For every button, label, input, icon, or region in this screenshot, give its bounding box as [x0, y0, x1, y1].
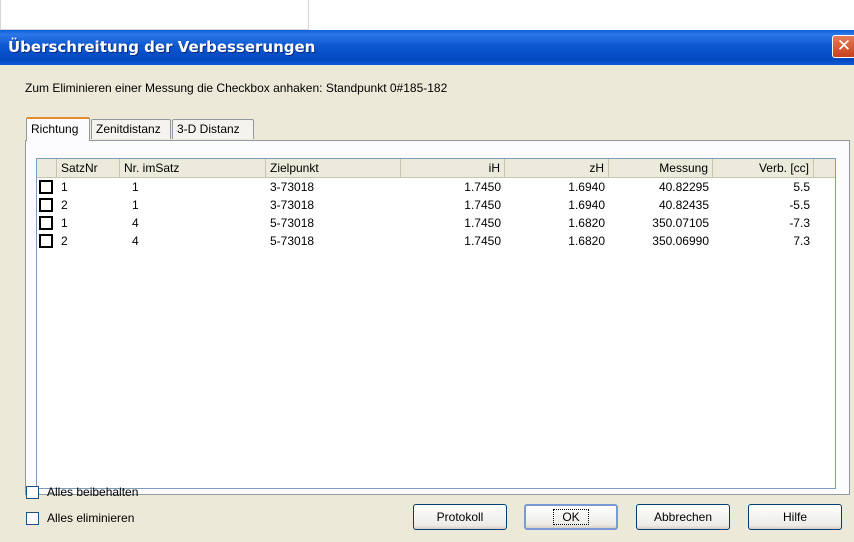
table-row[interactable]: 1 4 5-73018 1.7450 1.6820 350.07105 -7.3: [37, 214, 835, 232]
cell-zh: 1.6940: [568, 198, 605, 212]
cell-zielpunkt: 3-73018: [270, 198, 315, 212]
eliminate-all-label: Alles eliminieren: [47, 511, 135, 525]
cell-verb: 7.3: [793, 234, 810, 248]
cell-nr-imsatz: 1: [132, 198, 139, 212]
cell-zh: 1.6820: [568, 234, 605, 248]
cell-zielpunkt: 5-73018: [270, 234, 315, 248]
cell-verb: -7.3: [789, 216, 810, 230]
cell-ih: 1.7450: [464, 234, 501, 248]
title-bar[interactable]: Überschreitung der Verbesserungen ✕: [0, 30, 854, 65]
keep-all-label: Alles beibehalten: [47, 485, 139, 499]
table-row[interactable]: 2 4 5-73018 1.7450 1.6820 350.06990 7.3: [37, 232, 835, 250]
tab-zenitdistanz[interactable]: Zenitdistanz: [91, 119, 171, 139]
cell-messung: 40.82295: [658, 180, 709, 194]
cell-verb: 5.5: [793, 180, 810, 194]
cell-verb: -5.5: [789, 198, 810, 212]
cell-nr-imsatz: 4: [132, 234, 139, 248]
measurement-table[interactable]: SatzNr Nr. imSatz Zielpunkt iH zH Messun…: [36, 158, 836, 489]
column-header-messung[interactable]: Messung: [609, 159, 713, 177]
cell-messung: 350.06990: [652, 234, 709, 248]
ok-button-label: OK: [553, 509, 589, 525]
cell-zielpunkt: 5-73018: [270, 216, 315, 230]
eliminate-all-checkbox[interactable]: [26, 512, 39, 525]
row-checkbox[interactable]: [39, 198, 53, 212]
row-checkbox[interactable]: [39, 180, 53, 194]
row-checkbox[interactable]: [39, 216, 53, 230]
cell-ih: 1.7450: [464, 198, 501, 212]
table-row[interactable]: 1 1 3-73018 1.7450 1.6940 40.82295 5.5: [37, 178, 835, 196]
cell-zh: 1.6820: [568, 216, 605, 230]
column-header-nr-imsatz[interactable]: Nr. imSatz: [120, 159, 266, 177]
abbrechen-button[interactable]: Abbrechen: [636, 504, 730, 530]
column-header-ih[interactable]: iH: [401, 159, 505, 177]
cell-satznr: 2: [61, 234, 68, 248]
cell-messung: 40.82435: [658, 198, 709, 212]
table-header: SatzNr Nr. imSatz Zielpunkt iH zH Messun…: [37, 159, 835, 178]
close-icon[interactable]: ✕: [832, 35, 854, 58]
window-title: Überschreitung der Verbesserungen: [8, 38, 316, 56]
column-header-zielpunkt[interactable]: Zielpunkt: [266, 159, 401, 177]
cell-satznr: 2: [61, 198, 68, 212]
keep-all-checkbox[interactable]: [26, 486, 39, 499]
cell-messung: 350.07105: [652, 216, 709, 230]
cell-nr-imsatz: 4: [132, 216, 139, 230]
cell-ih: 1.7450: [464, 216, 501, 230]
table-row[interactable]: 2 1 3-73018 1.7450 1.6940 40.82435 -5.5: [37, 196, 835, 214]
tab-richtung[interactable]: Richtung: [26, 117, 90, 141]
hilfe-button[interactable]: Hilfe: [748, 504, 842, 530]
cell-zielpunkt: 3-73018: [270, 180, 315, 194]
row-checkbox[interactable]: [39, 234, 53, 248]
cell-nr-imsatz: 1: [132, 180, 139, 194]
column-header-satznr[interactable]: SatzNr: [57, 159, 120, 177]
protokoll-button[interactable]: Protokoll: [413, 504, 507, 530]
cell-zh: 1.6940: [568, 180, 605, 194]
instruction-text: Zum Eliminieren einer Messung die Checkb…: [25, 81, 448, 95]
cell-satznr: 1: [61, 180, 68, 194]
column-header-verb[interactable]: Verb. [cc]: [713, 159, 814, 177]
column-header-zh[interactable]: zH: [505, 159, 609, 177]
cell-ih: 1.7450: [464, 180, 501, 194]
tab-3d-distanz[interactable]: 3-D Distanz: [172, 119, 254, 139]
column-header-check[interactable]: [37, 159, 57, 177]
dialog-window: Überschreitung der Verbesserungen ✕ Zum …: [0, 30, 854, 542]
ok-button[interactable]: OK: [524, 504, 618, 530]
background-field: [0, 0, 309, 30]
cell-satznr: 1: [61, 216, 68, 230]
